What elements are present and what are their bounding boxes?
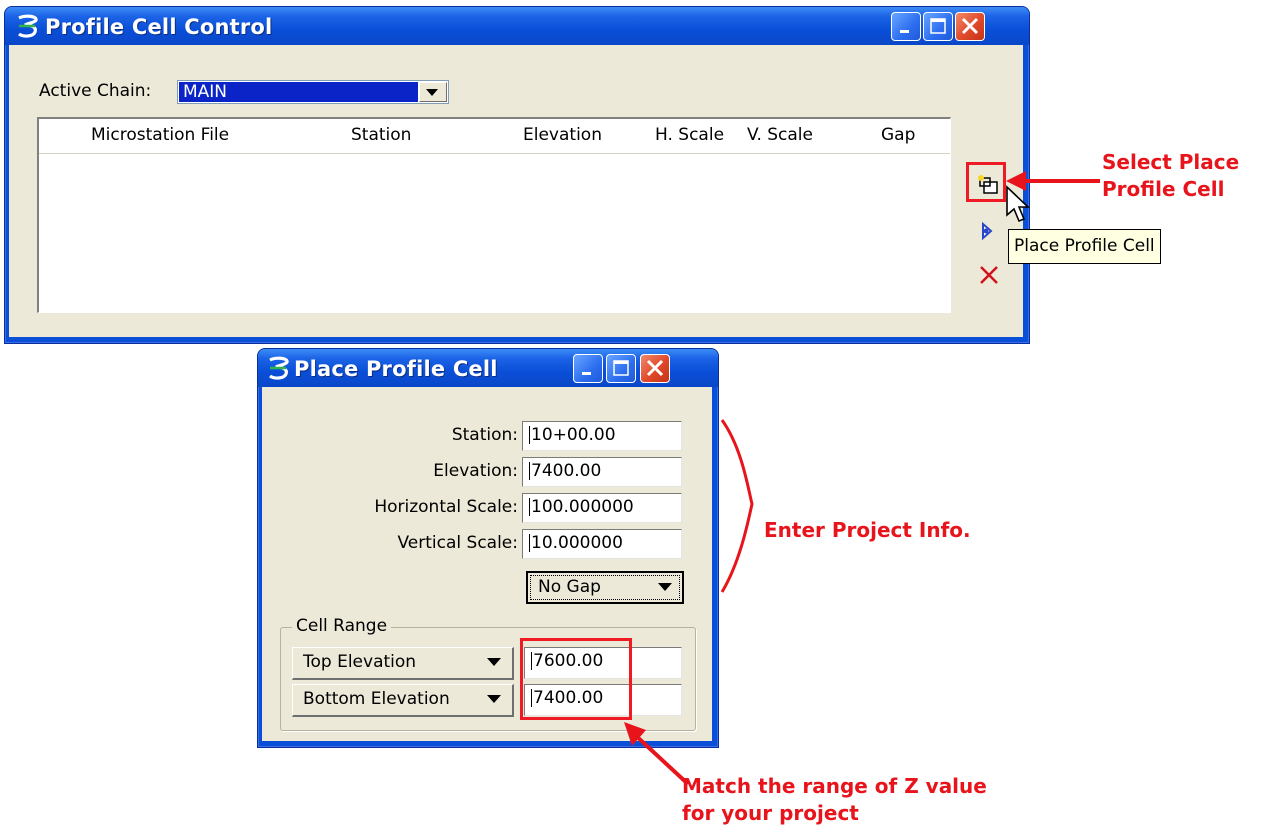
- gap-value: No Gap: [538, 577, 601, 597]
- gap-dropdown[interactable]: No Gap: [526, 571, 684, 604]
- profile-cell-list[interactable]: Microstation File Station Elevation H. S…: [37, 117, 951, 313]
- profile-cell-control-window: Profile Cell Control Active Chain: MAIN …: [4, 6, 1030, 344]
- close-icon: [646, 359, 664, 377]
- window-title: Profile Cell Control: [45, 15, 273, 39]
- highlight-place-button: [966, 162, 1006, 202]
- active-chain-value: MAIN: [179, 82, 418, 102]
- active-chain-label: Active Chain:: [39, 81, 152, 101]
- column-header-file[interactable]: Microstation File: [91, 125, 229, 145]
- modify-profile-cell-button[interactable]: [977, 219, 999, 243]
- app-icon: [18, 14, 38, 38]
- window-title: Place Profile Cell: [294, 357, 498, 381]
- elevation-value: 7400.00: [531, 461, 602, 481]
- chevron-down-icon: [426, 89, 438, 96]
- station-field[interactable]: 10+00.00: [522, 421, 682, 451]
- brace-bracket: [720, 419, 754, 593]
- delete-x-icon: [980, 266, 998, 284]
- chevron-down-icon: [487, 695, 501, 703]
- elevation-field[interactable]: 7400.00: [522, 457, 682, 487]
- text-caret: [529, 426, 530, 444]
- callout-match-range: Match the range of Z value for your proj…: [682, 773, 987, 827]
- list-header: Microstation File Station Elevation H. S…: [39, 119, 950, 154]
- top-range-dropdown[interactable]: Top Elevation: [292, 647, 514, 680]
- maximize-button[interactable]: [923, 12, 953, 41]
- title-bar[interactable]: Place Profile Cell: [258, 349, 718, 387]
- vertical-scale-label: Vertical Scale:: [397, 533, 518, 553]
- tooltip: Place Profile Cell: [1008, 229, 1161, 264]
- bottom-range-option: Bottom Elevation: [303, 689, 450, 709]
- minimize-icon: [900, 30, 909, 33]
- elevation-label: Elevation:: [433, 461, 518, 481]
- callout-match-line2: for your project: [682, 801, 859, 825]
- minimize-button[interactable]: [573, 354, 603, 383]
- horizontal-scale-field[interactable]: 100.000000: [522, 493, 682, 523]
- close-button[interactable]: [640, 354, 670, 383]
- callout-match-line1: Match the range of Z value: [682, 774, 987, 798]
- horizontal-scale-value: 100.000000: [531, 497, 634, 517]
- place-profile-cell-window: Place Profile Cell Station: 10+00.00 Ele…: [257, 348, 719, 748]
- column-header-elevation[interactable]: Elevation: [523, 125, 602, 145]
- text-caret: [529, 462, 530, 480]
- cell-range-label: Cell Range: [292, 616, 392, 636]
- highlight-range-values: [520, 638, 632, 720]
- dropdown-arrow-button[interactable]: [419, 82, 447, 102]
- minimize-icon: [582, 372, 591, 375]
- vertical-scale-value: 10.000000: [531, 533, 623, 553]
- modify-cell-icon: [982, 221, 993, 241]
- close-icon: [961, 17, 979, 35]
- close-button[interactable]: [955, 12, 985, 41]
- callout-select-place: Select Place Profile Cell: [1102, 149, 1239, 203]
- column-header-station[interactable]: Station: [351, 125, 411, 145]
- active-chain-dropdown[interactable]: MAIN: [177, 80, 449, 104]
- column-header-hscale[interactable]: H. Scale: [655, 125, 724, 145]
- horizontal-scale-label: Horizontal Scale:: [374, 497, 518, 517]
- station-label: Station:: [451, 425, 518, 445]
- callout-enter-info: Enter Project Info.: [764, 518, 971, 542]
- maximize-icon: [613, 360, 629, 376]
- minimize-button[interactable]: [891, 12, 921, 41]
- delete-profile-cell-button[interactable]: [977, 263, 1001, 287]
- maximize-icon: [930, 18, 946, 34]
- vertical-scale-field[interactable]: 10.000000: [522, 529, 682, 559]
- chevron-down-icon: [487, 658, 501, 666]
- column-header-gap[interactable]: Gap: [881, 125, 915, 145]
- text-caret: [529, 498, 530, 516]
- callout-select-line2: Profile Cell: [1102, 177, 1225, 201]
- callout-select-line1: Select Place: [1102, 150, 1240, 174]
- bottom-range-dropdown[interactable]: Bottom Elevation: [292, 684, 514, 717]
- dialog-client-area: Station: 10+00.00 Elevation: 7400.00 Hor…: [262, 387, 712, 741]
- chevron-down-icon: [658, 583, 672, 591]
- window-client-area: Active Chain: MAIN Microstation File Sta…: [9, 45, 1030, 337]
- maximize-button[interactable]: [606, 354, 636, 383]
- column-header-vscale[interactable]: V. Scale: [747, 125, 813, 145]
- app-icon: [269, 356, 289, 380]
- top-range-option: Top Elevation: [303, 652, 417, 672]
- arrow-to-button: [1006, 171, 1100, 191]
- text-caret: [529, 534, 530, 552]
- title-bar[interactable]: Profile Cell Control: [5, 7, 1029, 45]
- station-value: 10+00.00: [531, 425, 616, 445]
